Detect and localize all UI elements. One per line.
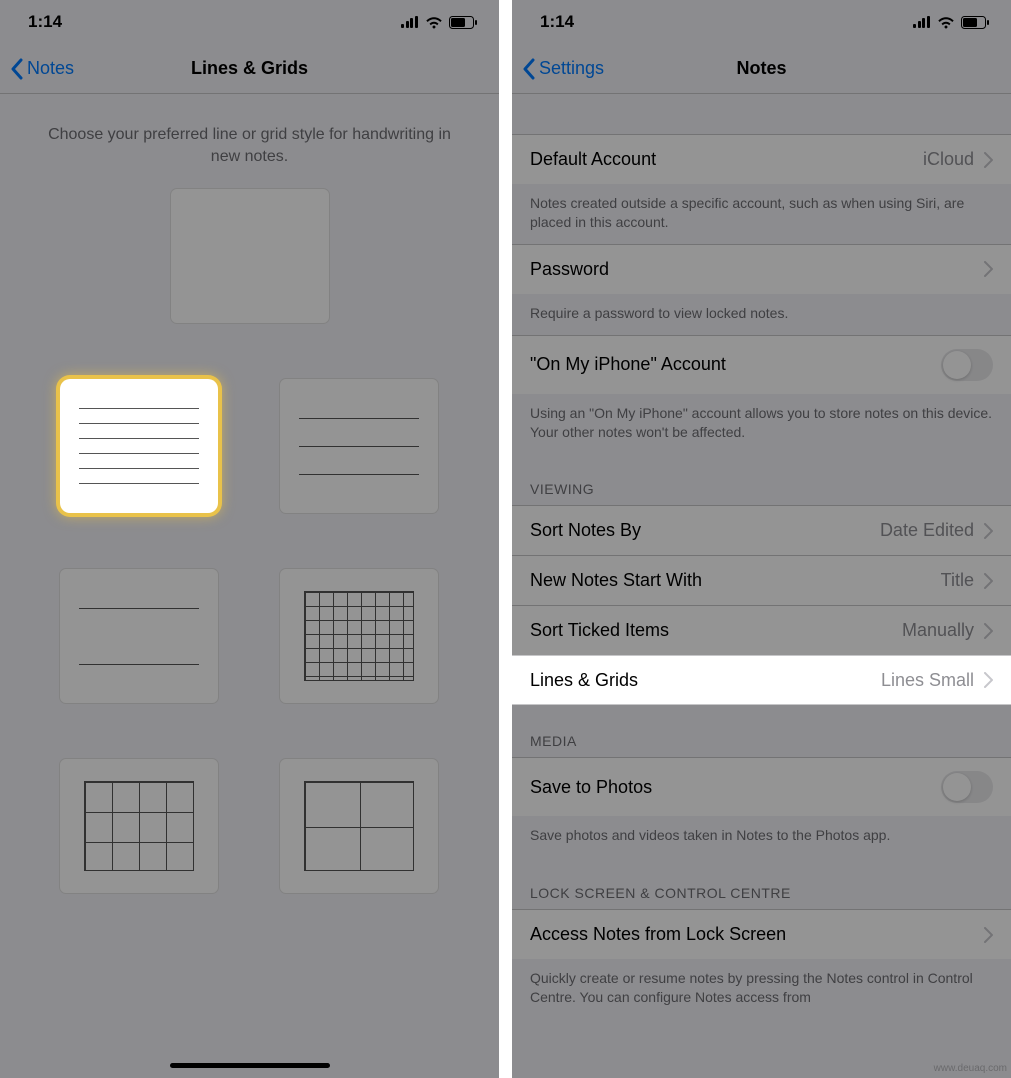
row-value: Lines Small — [881, 670, 974, 691]
header-lock-screen: LOCK SCREEN & CONTROL CENTRE — [512, 857, 1011, 909]
style-option-grid-large[interactable] — [280, 759, 438, 893]
row-sort-notes-by[interactable]: Sort Notes By Date Edited — [512, 505, 1011, 555]
header-media: MEDIA — [512, 705, 1011, 757]
row-new-notes-start-with[interactable]: New Notes Start With Title — [512, 555, 1011, 605]
row-lines-and-grids[interactable]: Lines & Grids Lines Small — [512, 655, 1011, 705]
back-label: Settings — [539, 58, 604, 79]
footer-save-to-photos: Save photos and videos taken in Notes to… — [512, 816, 1011, 857]
settings-list[interactable]: Default Account iCloud Notes created out… — [512, 94, 1011, 1019]
toggle-save-to-photos[interactable] — [941, 771, 993, 803]
style-option-lines-medium[interactable] — [280, 379, 438, 513]
row-label: New Notes Start With — [530, 570, 941, 591]
row-label: Save to Photos — [530, 777, 941, 798]
status-icons — [913, 16, 989, 29]
home-indicator[interactable] — [170, 1063, 330, 1068]
row-value: Title — [941, 570, 974, 591]
watermark: www.deuaq.com — [934, 1063, 1007, 1074]
footer-access-lock: Quickly create or resume notes by pressi… — [512, 959, 1011, 1019]
status-bar: 1:14 — [0, 0, 499, 44]
row-on-my-iphone[interactable]: "On My iPhone" Account — [512, 335, 1011, 394]
back-label: Notes — [27, 58, 74, 79]
wifi-icon — [425, 16, 443, 29]
footer-on-my-iphone: Using an "On My iPhone" account allows y… — [512, 394, 1011, 454]
battery-icon — [449, 16, 477, 29]
cellular-icon — [401, 16, 419, 28]
style-option-lines-large[interactable] — [60, 569, 218, 703]
description-text: Choose your preferred line or grid style… — [0, 94, 499, 189]
status-time: 1:14 — [28, 12, 62, 32]
row-label: Lines & Grids — [530, 670, 881, 691]
style-option-grid-small[interactable] — [280, 569, 438, 703]
status-time: 1:14 — [540, 12, 574, 32]
footer-password: Require a password to view locked notes. — [512, 294, 1011, 335]
nav-bar-left: Notes Lines & Grids — [0, 44, 499, 94]
chevron-right-icon — [984, 623, 993, 639]
toggle-on-my-iphone[interactable] — [941, 349, 993, 381]
wifi-icon — [937, 16, 955, 29]
back-button[interactable]: Settings — [522, 58, 604, 80]
chevron-right-icon — [984, 672, 993, 688]
row-sort-ticked-items[interactable]: Sort Ticked Items Manually — [512, 605, 1011, 655]
row-access-notes-lock-screen[interactable]: Access Notes from Lock Screen — [512, 909, 1011, 959]
status-bar: 1:14 — [512, 0, 1011, 44]
chevron-left-icon — [522, 58, 535, 80]
row-password[interactable]: Password — [512, 244, 1011, 294]
style-option-grid-medium[interactable] — [60, 759, 218, 893]
row-label: Sort Notes By — [530, 520, 880, 541]
header-viewing: VIEWING — [512, 453, 1011, 505]
style-option-lines-small[interactable] — [60, 379, 218, 513]
back-button[interactable]: Notes — [10, 58, 74, 80]
chevron-left-icon — [10, 58, 23, 80]
status-icons — [401, 16, 477, 29]
battery-icon — [961, 16, 989, 29]
page-title: Lines & Grids — [0, 58, 499, 79]
row-label: Password — [530, 259, 984, 280]
cellular-icon — [913, 16, 931, 28]
chevron-right-icon — [984, 523, 993, 539]
row-label: Default Account — [530, 149, 923, 170]
row-value: iCloud — [923, 149, 974, 170]
row-save-to-photos[interactable]: Save to Photos — [512, 757, 1011, 816]
row-label: "On My iPhone" Account — [530, 354, 941, 375]
chevron-right-icon — [984, 927, 993, 943]
right-screen: 1:14 Settings Notes Default Account — [512, 0, 1011, 1078]
screen-divider — [499, 0, 512, 1078]
style-grid — [0, 189, 499, 893]
row-label: Access Notes from Lock Screen — [530, 924, 984, 945]
chevron-right-icon — [984, 152, 993, 168]
chevron-right-icon — [984, 573, 993, 589]
left-screen: 1:14 Notes Lines & Grids Choose your pre… — [0, 0, 499, 1078]
row-value: Manually — [902, 620, 974, 641]
row-value: Date Edited — [880, 520, 974, 541]
row-label: Sort Ticked Items — [530, 620, 902, 641]
style-option-blank[interactable] — [171, 189, 329, 323]
footer-default-account: Notes created outside a specific account… — [512, 184, 1011, 244]
nav-bar-right: Settings Notes — [512, 44, 1011, 94]
chevron-right-icon — [984, 261, 993, 277]
row-default-account[interactable]: Default Account iCloud — [512, 134, 1011, 184]
